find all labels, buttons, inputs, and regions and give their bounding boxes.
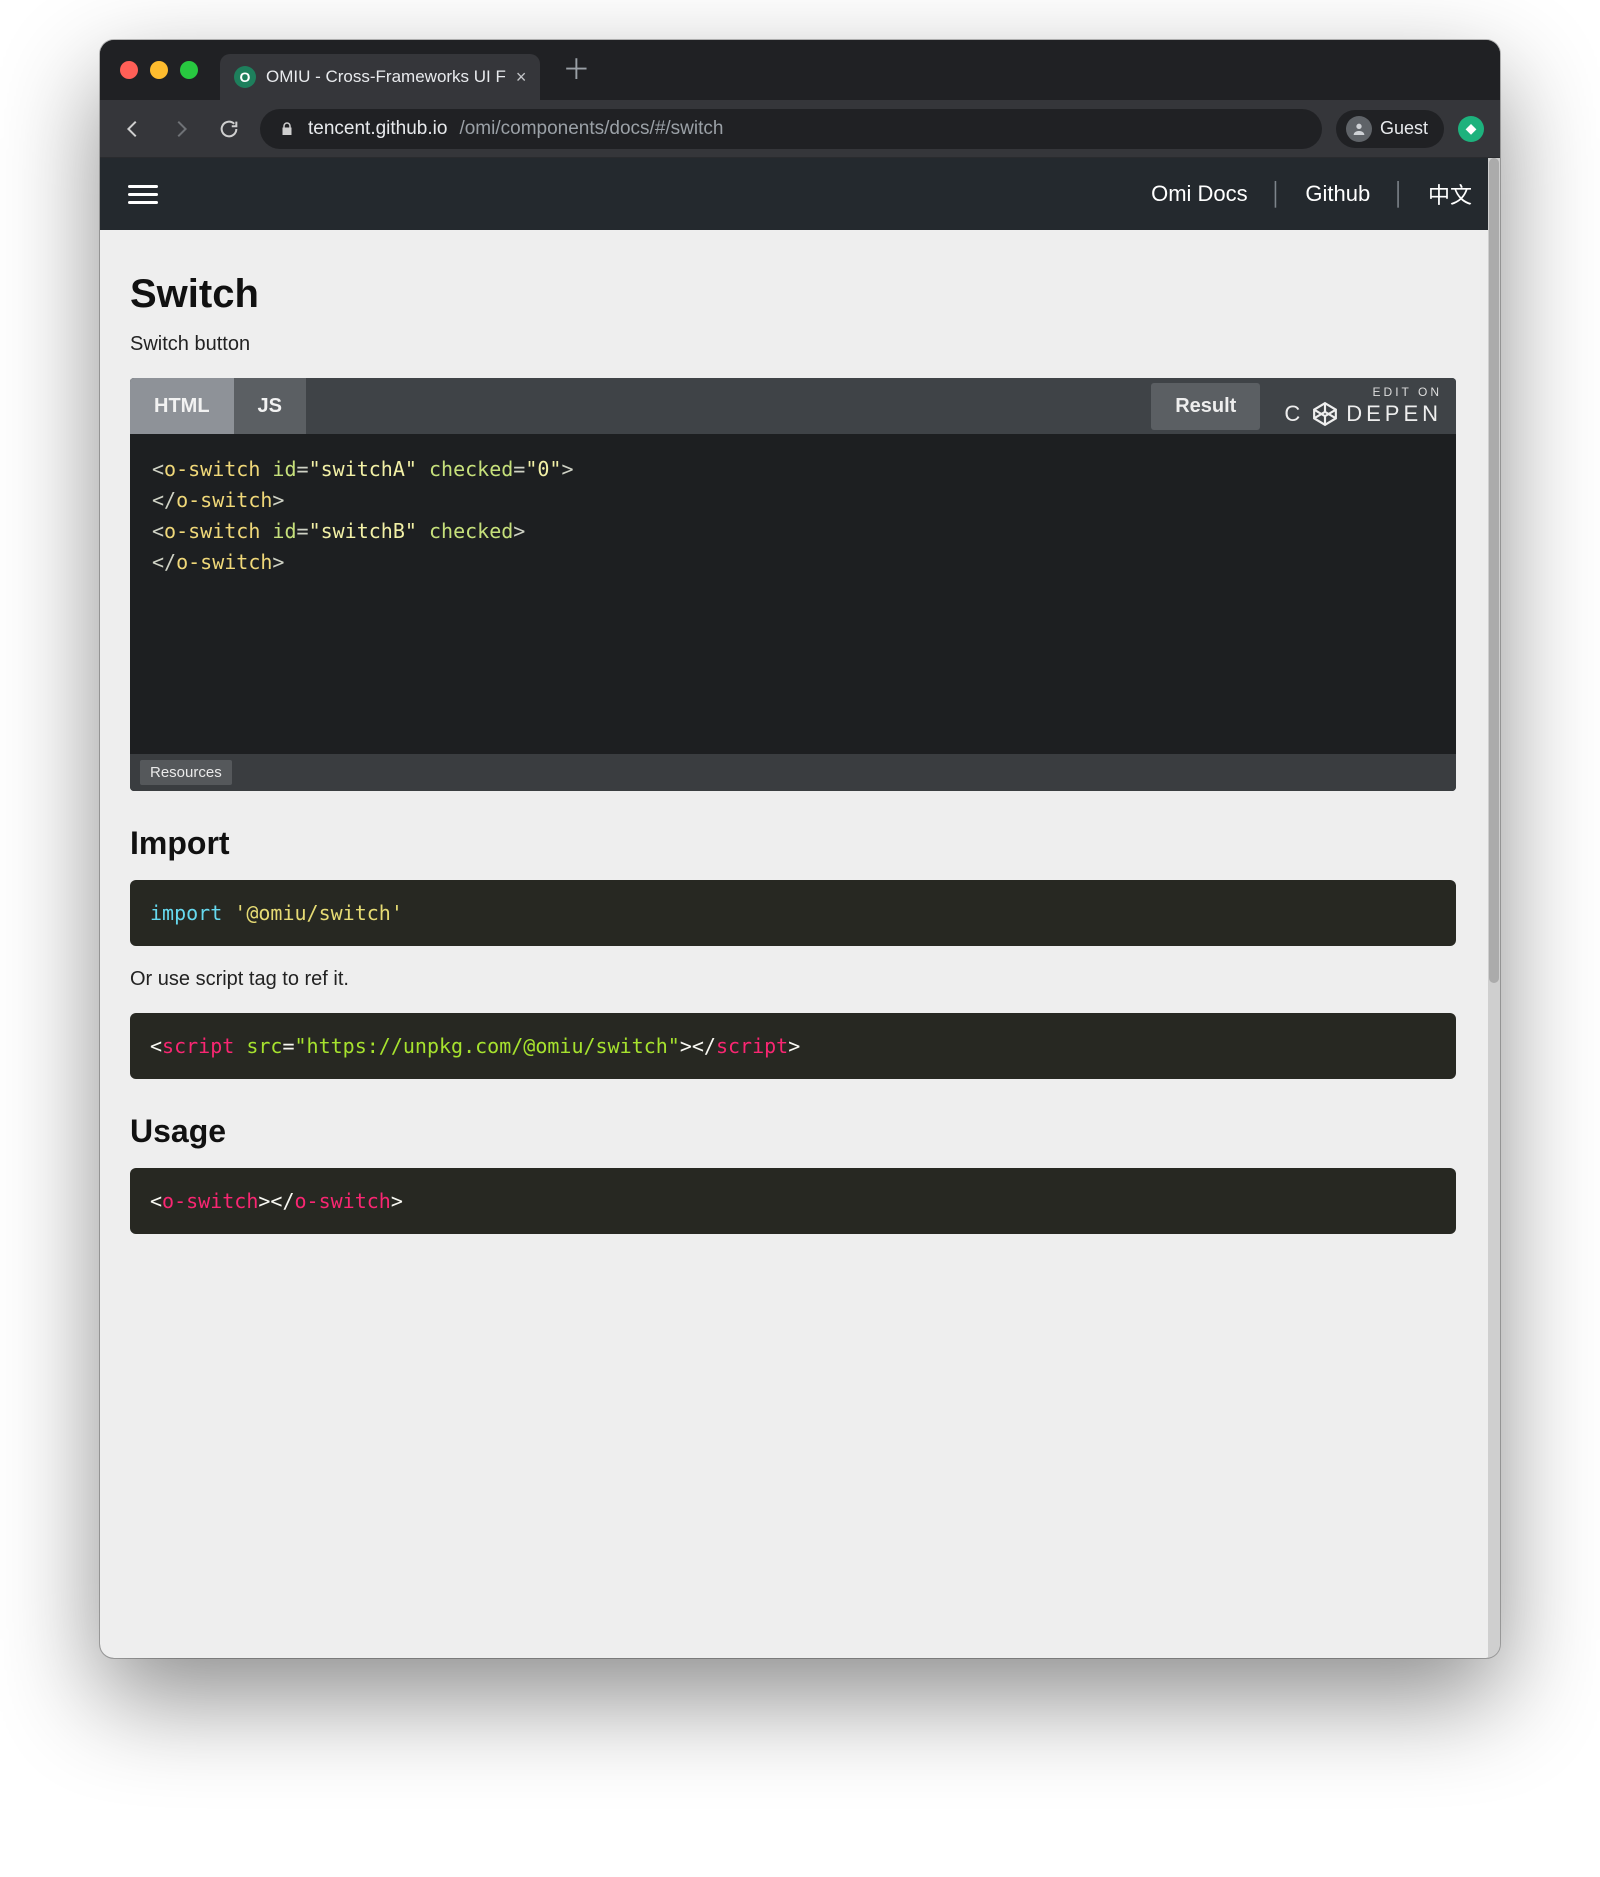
codepen-code: <o-switch id="switchA" checked="0"> </o-…	[130, 434, 1456, 754]
browser-window: O OMIU - Cross-Frameworks UI F × ＋ tence…	[100, 40, 1500, 1658]
tab-js[interactable]: JS	[234, 378, 306, 434]
avatar-icon	[1346, 116, 1372, 142]
app-nav: Omi Docs │ Github │ 中文	[1151, 178, 1472, 210]
new-tab-button[interactable]: ＋	[552, 56, 600, 84]
tab-html[interactable]: HTML	[130, 378, 234, 434]
edit-on-label: EDIT ON	[1373, 385, 1442, 399]
window-zoom-icon[interactable]	[180, 61, 198, 79]
back-button[interactable]	[116, 112, 150, 146]
codepen-tabs: HTML JS Result EDIT ON C DEPEN	[130, 378, 1456, 434]
import-note: Or use script tag to ref it.	[130, 968, 1456, 991]
section-heading-usage: Usage	[130, 1113, 1456, 1150]
url-host: tencent.github.io	[308, 118, 447, 140]
nav-link-lang[interactable]: 中文	[1428, 178, 1472, 210]
page-title: Switch	[130, 272, 1456, 317]
code-import: import '@omiu/switch'	[130, 880, 1456, 946]
code-usage: <o-switch></o-switch>	[130, 1168, 1456, 1234]
app-header: Omi Docs │ Github │ 中文	[100, 158, 1500, 230]
nav-link-github[interactable]: Github	[1305, 181, 1370, 207]
browser-tab[interactable]: O OMIU - Cross-Frameworks UI F ×	[220, 54, 540, 100]
profile-label: Guest	[1380, 118, 1428, 139]
codepen-link[interactable]: EDIT ON C DEPEN	[1260, 385, 1442, 427]
forward-button[interactable]	[164, 112, 198, 146]
tab-result[interactable]: Result	[1151, 383, 1260, 430]
code-script-tag: <script src="https://unpkg.com/@omiu/swi…	[130, 1013, 1456, 1079]
scrollbar[interactable]	[1488, 158, 1500, 1658]
scrollbar-thumb[interactable]	[1489, 158, 1499, 983]
divider-icon: │	[1270, 181, 1284, 207]
url-path: /omi/components/docs/#/switch	[459, 118, 723, 140]
window-minimize-icon[interactable]	[150, 61, 168, 79]
extension-icon[interactable]: ◆	[1458, 116, 1484, 142]
codepen-footer: Resources	[130, 754, 1456, 791]
address-bar[interactable]: tencent.github.io/omi/components/docs/#/…	[260, 109, 1322, 149]
window-close-icon[interactable]	[120, 61, 138, 79]
lock-icon	[278, 120, 296, 138]
codepen-embed: HTML JS Result EDIT ON C DEPEN <o-	[130, 378, 1456, 791]
favicon-icon: O	[234, 66, 256, 88]
tab-strip: O OMIU - Cross-Frameworks UI F × ＋	[100, 40, 1500, 100]
divider-icon: │	[1392, 181, 1406, 207]
tab-close-icon[interactable]: ×	[516, 67, 527, 88]
section-heading-import: Import	[130, 825, 1456, 862]
toolbar: tencent.github.io/omi/components/docs/#/…	[100, 100, 1500, 158]
traffic-lights	[114, 61, 208, 79]
page-viewport: Omi Docs │ Github │ 中文 Switch Switch but…	[100, 158, 1500, 1658]
doc-content: Switch Switch button HTML JS Result EDIT…	[100, 230, 1486, 1296]
page-subtitle: Switch button	[130, 333, 1456, 356]
codepen-icon	[1312, 401, 1338, 427]
profile-chip[interactable]: Guest	[1336, 110, 1444, 148]
reload-button[interactable]	[212, 112, 246, 146]
tab-title: OMIU - Cross-Frameworks UI F	[266, 67, 506, 87]
resources-button[interactable]: Resources	[140, 760, 232, 785]
nav-link-docs[interactable]: Omi Docs	[1151, 181, 1248, 207]
menu-button[interactable]	[128, 185, 158, 204]
codepen-logo: C DEPEN	[1284, 401, 1442, 427]
